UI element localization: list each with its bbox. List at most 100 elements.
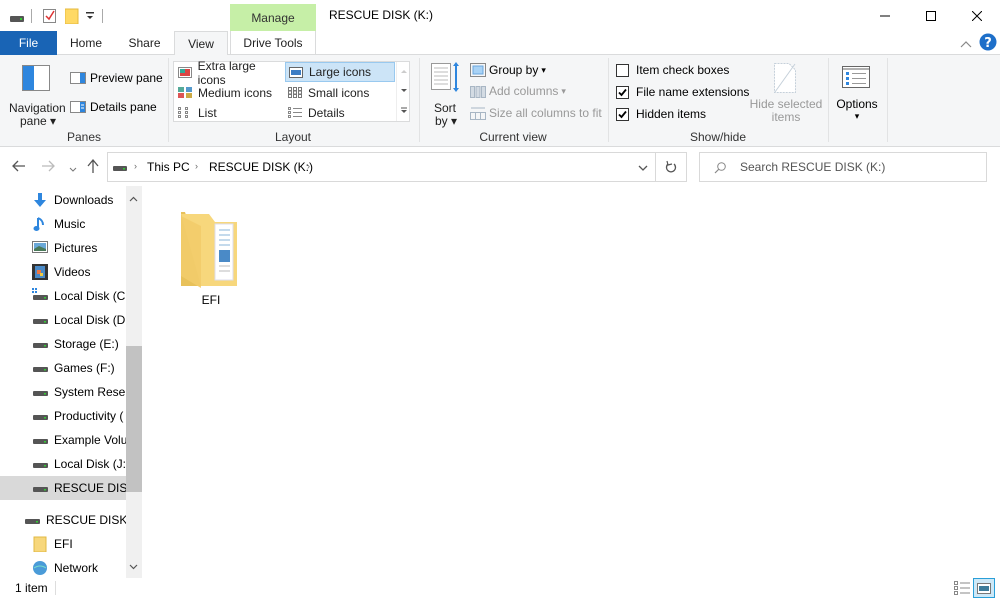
- layout-scroll: [396, 62, 410, 121]
- folder-icon: [181, 212, 237, 288]
- address-box[interactable]: › This PC › RESCUE DISK (K:) ›: [107, 152, 656, 182]
- group-separator: [828, 58, 829, 142]
- details-view-button[interactable]: [954, 581, 970, 598]
- details-view-icon: [954, 581, 970, 595]
- add-columns-button[interactable]: Add columns ▾: [470, 83, 566, 99]
- file-name-extensions-checkbox[interactable]: [616, 85, 629, 99]
- new-folder-icon[interactable]: [64, 8, 79, 27]
- folder-item[interactable]: EFI: [168, 200, 254, 310]
- details-pane-button[interactable]: Details pane: [70, 99, 157, 115]
- layout-details[interactable]: Details: [285, 103, 395, 122]
- group-by-button[interactable]: Group by ▾: [470, 62, 546, 78]
- large-icons-view-button[interactable]: [973, 578, 995, 598]
- breadcrumb-rescue-disk[interactable]: RESCUE DISK (K:): [209, 160, 313, 174]
- minimize-icon: [880, 15, 890, 16]
- nav-item-label: Local Disk (C:): [54, 289, 126, 303]
- group-separator: [887, 58, 888, 142]
- nav-item[interactable]: Local Disk (C:): [0, 284, 126, 308]
- close-button[interactable]: [954, 0, 1000, 31]
- hidden-items-label: Hidden items: [636, 107, 707, 121]
- layout-list[interactable]: List: [175, 103, 285, 122]
- navigation-pane-label: Navigation: [9, 101, 66, 115]
- nav-scrollbar-thumb[interactable]: [126, 346, 142, 492]
- back-arrow-icon: [12, 160, 25, 172]
- back-button[interactable]: [12, 160, 26, 175]
- layout-large-icons[interactable]: Large icons: [285, 62, 395, 82]
- nav-item[interactable]: Example Volume: [0, 428, 126, 452]
- tab-home[interactable]: Home: [57, 31, 115, 55]
- nav-tree-item[interactable]: RESCUE DISK (K:): [0, 508, 126, 532]
- search-box[interactable]: Search RESCUE DISK (K:): [699, 152, 987, 182]
- sort-by-button[interactable]: Sort by ▾: [428, 59, 464, 128]
- scroll-up-icon[interactable]: [129, 196, 138, 202]
- scroll-down-icon[interactable]: [129, 564, 138, 570]
- item-check-boxes-checkbox[interactable]: [616, 63, 629, 77]
- drive-icon: [32, 312, 48, 328]
- nav-item[interactable]: Music: [0, 212, 126, 236]
- manage-context-tab[interactable]: Manage: [230, 4, 316, 31]
- breadcrumb-separator-icon[interactable]: ›: [134, 161, 137, 171]
- nav-item[interactable]: RESCUE DISK (K:): [0, 476, 126, 500]
- folder-icon: [32, 536, 48, 553]
- breadcrumb-separator-icon[interactable]: ›: [307, 161, 310, 171]
- maximize-button[interactable]: [908, 0, 954, 31]
- file-name-extensions-toggle[interactable]: File name extensions: [616, 85, 749, 99]
- properties-icon[interactable]: [43, 8, 57, 27]
- nav-item[interactable]: Videos: [0, 260, 126, 284]
- navigation-pane-button[interactable]: Navigation pane ▾: [6, 59, 66, 128]
- hide-selected-items-button[interactable]: Hide selected items: [748, 61, 824, 125]
- hidden-items-checkbox[interactable]: [616, 107, 629, 121]
- nav-item-label: Example Volume: [54, 433, 126, 447]
- tab-drive-tools[interactable]: Drive Tools: [230, 31, 316, 55]
- chevron-down-icon: [69, 167, 77, 172]
- expand-gallery-icon[interactable]: [400, 107, 408, 115]
- nav-item[interactable]: Productivity (: [0, 404, 126, 428]
- help-icon[interactable]: ?: [979, 33, 997, 54]
- item-count: 1 item: [15, 581, 48, 595]
- up-button[interactable]: [87, 158, 99, 176]
- refresh-icon: [665, 160, 677, 173]
- ribbon-tabs: File Home Share View Drive Tools ?: [0, 31, 1000, 56]
- scroll-up-icon[interactable]: [400, 68, 408, 74]
- nav-item[interactable]: Storage (E:): [0, 332, 126, 356]
- preview-pane-button[interactable]: Preview pane: [70, 70, 163, 86]
- breadcrumb-this-pc[interactable]: This PC: [147, 160, 190, 174]
- minimize-button[interactable]: [862, 0, 908, 31]
- add-columns-icon: [470, 86, 486, 98]
- tab-file[interactable]: File: [0, 31, 57, 55]
- tab-share[interactable]: Share: [115, 31, 174, 55]
- nav-tree-item[interactable]: EFI: [0, 532, 126, 556]
- size-all-columns-button[interactable]: Size all columns to fit: [470, 105, 602, 121]
- hidden-items-toggle[interactable]: Hidden items: [616, 107, 706, 121]
- scroll-down-icon[interactable]: [400, 88, 408, 94]
- folder-name: EFI: [201, 293, 221, 307]
- customize-qat-icon[interactable]: [85, 10, 95, 24]
- nav-item[interactable]: Pictures: [0, 236, 126, 260]
- drive-icon: [32, 456, 48, 472]
- layout-extra-large-icons[interactable]: Extra large icons: [175, 59, 285, 87]
- hide-selected-icon: [774, 63, 796, 93]
- layout-small-icons[interactable]: Small icons: [285, 83, 395, 102]
- item-check-boxes-toggle[interactable]: Item check boxes: [616, 63, 729, 77]
- breadcrumb-separator-icon[interactable]: ›: [195, 161, 198, 171]
- forward-button[interactable]: [41, 160, 55, 175]
- nav-item[interactable]: System Reserved: [0, 380, 126, 404]
- nav-item[interactable]: Downloads: [0, 188, 126, 212]
- hide-selected-label2: items: [771, 110, 801, 124]
- address-dropdown-icon[interactable]: [638, 165, 648, 171]
- nav-tree-item[interactable]: Network: [0, 556, 126, 578]
- navigation-pane-label2: pane ▾: [20, 114, 57, 128]
- nav-item[interactable]: Games (F:): [0, 356, 126, 380]
- options-button[interactable]: Options ▾: [834, 61, 880, 125]
- refresh-button[interactable]: [656, 152, 687, 182]
- layout-medium-icons[interactable]: Medium icons: [175, 83, 285, 102]
- drive-icon[interactable]: [10, 12, 24, 26]
- recent-locations-button[interactable]: [69, 162, 77, 176]
- nav-item[interactable]: Local Disk (D:): [0, 308, 126, 332]
- drive-icon: [32, 408, 48, 424]
- nav-item[interactable]: Local Disk (J:): [0, 452, 126, 476]
- collapse-ribbon-icon[interactable]: [960, 37, 972, 51]
- drive-icon: [32, 360, 48, 376]
- title-bar: Manage RESCUE DISK (K:): [0, 0, 1000, 31]
- tab-view[interactable]: View: [174, 31, 228, 56]
